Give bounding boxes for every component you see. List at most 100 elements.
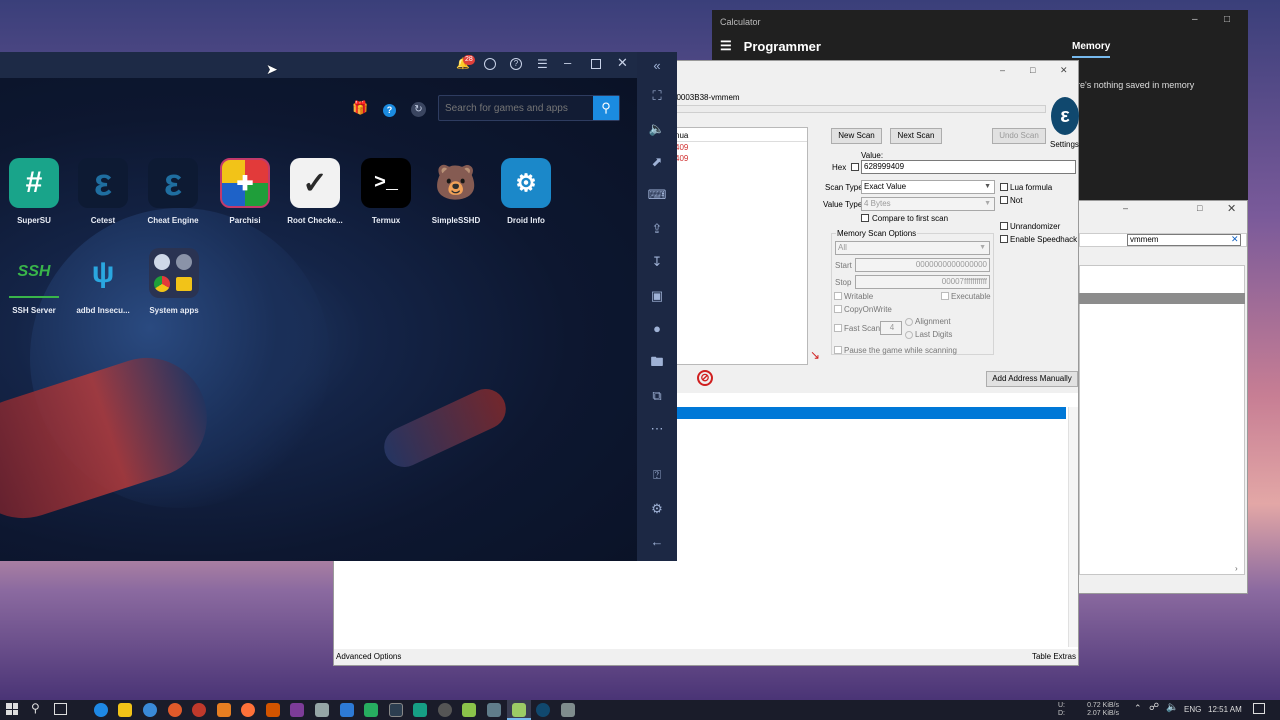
fast-scan-checkbox[interactable] [834,324,842,332]
list-item[interactable]: 409 [673,153,807,164]
compare-first-checkbox[interactable] [861,214,869,222]
address-table-selected-row[interactable] [672,407,1066,419]
app-icon[interactable] [389,703,403,717]
last-digits-radio[interactable] [905,331,913,339]
gift-icon[interactable]: 🎁 [352,100,368,116]
file-explorer-icon[interactable] [118,703,132,717]
process-list-selected-row[interactable] [1079,293,1245,304]
region-select[interactable]: All ▼ [835,241,990,255]
start-icon[interactable] [6,703,18,715]
help-icon[interactable]: ⍰ [647,465,667,485]
help-icon[interactable]: ? [510,58,522,70]
copy-on-write-label[interactable]: CopyOnWrite [844,305,892,314]
pointer-icon[interactable]: ⬈ [647,152,667,172]
app-tile-termux[interactable]: >_ Termux [351,158,421,225]
value-input[interactable]: 628999409 [861,160,1076,174]
fullscreen-icon[interactable]: ⛶ [647,86,667,106]
task-view-icon[interactable] [54,703,67,715]
undo-scan-button[interactable]: Undo Scan [992,128,1046,144]
add-address-manually-button[interactable]: Add Address Manually [986,371,1078,387]
next-scan-button[interactable]: Next Scan [890,128,942,144]
lua-formula-checkbox[interactable] [1000,183,1008,191]
close-icon[interactable]: ✕ [617,55,628,71]
menu-icon[interactable]: ☰ [537,57,548,71]
chevron-up-icon[interactable]: ⌃ [1134,703,1142,714]
lua-formula-label[interactable]: Lua formula [1010,183,1052,192]
cheat-engine-icon[interactable] [536,703,550,717]
calculator-icon[interactable] [561,703,575,717]
clock[interactable]: 12:51 AM [1208,705,1242,714]
pause-game-checkbox[interactable] [834,346,842,354]
advanced-options-link[interactable]: Advanced Options [336,652,401,661]
search-icon[interactable]: ⚲ [31,701,40,715]
fast-scan-input[interactable]: 4 [880,321,902,335]
account-icon[interactable] [484,58,496,70]
value-type-select[interactable]: 4 Bytes ▼ [861,197,995,211]
volume-icon[interactable]: 🔈 [1166,702,1178,713]
compare-first-label[interactable]: Compare to first scan [872,214,948,223]
notification-center-icon[interactable] [1253,703,1265,714]
writable-checkbox[interactable] [834,292,842,300]
table-extras-link[interactable]: Table Extras [1032,652,1076,661]
process-search-input[interactable]: vmmem [1127,234,1241,246]
unrandomizer-checkbox[interactable] [1000,222,1008,230]
app-icon[interactable] [462,703,476,717]
app-tile-parchisi[interactable]: ✚ Parchisi [210,158,280,225]
unrandomizer-label[interactable]: Unrandomizer [1010,222,1060,231]
scan-type-select[interactable]: Exact Value ▼ [861,180,995,194]
clear-icon[interactable]: ✕ [1231,234,1239,245]
minimize-icon[interactable]: – [1000,65,1005,75]
close-icon[interactable]: ✕ [1060,65,1068,76]
folder-icon[interactable]: 🖿 [647,352,667,372]
bluestacks-icon[interactable] [512,703,526,717]
cheat-engine-logo-icon[interactable]: ε [1051,97,1079,135]
import-icon[interactable]: ↧ [647,252,667,272]
minimize-icon[interactable]: – [564,55,571,70]
search-icon[interactable]: ⚲ [593,96,619,120]
volume-mute-icon[interactable]: 🔈 [647,119,667,139]
stop-scan-icon[interactable]: ⊘ [697,370,713,386]
minimize-icon[interactable]: – [1192,14,1198,25]
tab-memory[interactable]: Memory [1072,41,1110,52]
alignment-label[interactable]: Alignment [915,317,951,326]
hamburger-icon[interactable]: ☰ [720,38,732,54]
app-tile-droid-info[interactable]: ⚙ Droid Info [491,158,561,225]
new-scan-button[interactable]: New Scan [831,128,882,144]
app-icon[interactable] [168,703,182,717]
copy-on-write-checkbox[interactable] [834,305,842,313]
minimize-icon[interactable]: – [1123,203,1128,213]
app-icon[interactable] [266,703,280,717]
app-icon[interactable] [413,703,427,717]
app-tile-cetest[interactable]: ε Cetest [68,158,138,225]
search-input[interactable] [445,100,593,116]
executable-label[interactable]: Executable [951,292,991,301]
app-icon[interactable] [143,703,157,717]
app-icon[interactable] [192,703,206,717]
executable-checkbox[interactable] [941,292,949,300]
app-icon[interactable] [290,703,304,717]
edge-icon[interactable] [94,703,108,717]
app-tile-adbd-insecure[interactable]: ψ adbd Insecu... [68,248,138,315]
start-input[interactable]: 0000000000000000 [855,258,990,272]
scroll-right-icon[interactable]: › [1235,564,1238,573]
install-apk-icon[interactable]: ⇪ [647,219,667,239]
hex-checkbox[interactable] [851,163,859,171]
app-tile-cheat-engine[interactable]: ε Cheat Engine [138,158,208,225]
keyboard-icon[interactable]: ⌨ [647,185,667,205]
not-label[interactable]: Not [1010,196,1022,205]
collapse-icon[interactable]: « [647,56,667,76]
arrow-down-right-icon[interactable]: ↘ [810,348,820,362]
found-address-list[interactable]: nua 409 409 [672,127,808,365]
last-digits-label[interactable]: Last Digits [915,330,952,339]
maximize-icon[interactable]: □ [1197,203,1202,213]
app-tile-system-apps[interactable]: System apps [139,248,209,315]
language-indicator[interactable]: ENG [1184,705,1201,714]
firefox-icon[interactable] [241,703,255,717]
app-icon[interactable] [438,703,452,717]
pause-game-label[interactable]: Pause the game while scanning [844,346,957,355]
alignment-radio[interactable] [905,318,913,326]
not-checkbox[interactable] [1000,196,1008,204]
maximize-icon[interactable]: □ [1030,65,1035,75]
vscode-icon[interactable] [340,703,354,717]
app-tile-simplesshd[interactable]: 🐻 SimpleSSHD [421,158,491,225]
